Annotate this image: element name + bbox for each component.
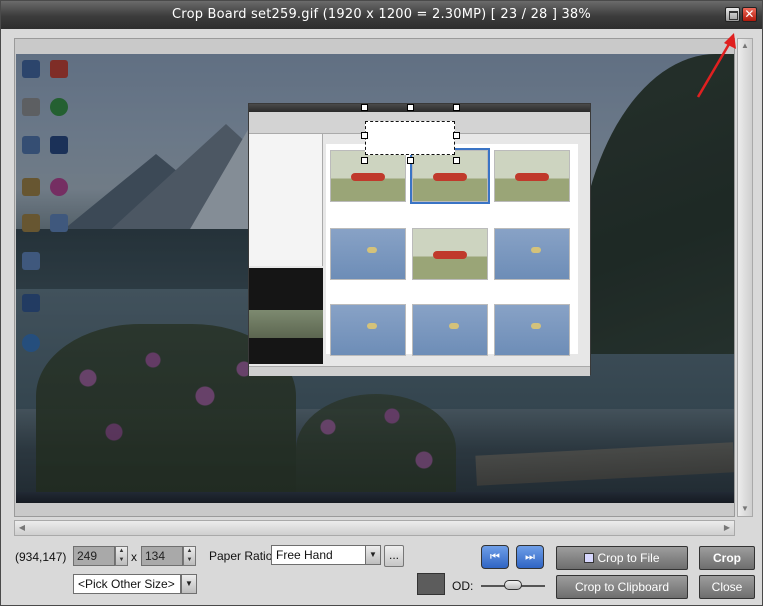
crop-to-file-button[interactable]: Crop to File xyxy=(556,546,688,570)
horizontal-scrollbar[interactable]: ◀ ▶ xyxy=(14,520,735,536)
crop-handle[interactable] xyxy=(453,132,460,139)
chevron-down-icon[interactable]: ▼ xyxy=(365,545,381,565)
crop-handle[interactable] xyxy=(407,157,414,164)
inner-preview-pane xyxy=(249,268,323,364)
od-slider-thumb[interactable] xyxy=(504,580,522,590)
restore-icon[interactable] xyxy=(725,7,740,22)
cursor-coordinates: (934,147) xyxy=(15,550,67,564)
inner-thumbnail-grid xyxy=(326,144,578,356)
thumbnail xyxy=(410,148,490,204)
crop-handle[interactable] xyxy=(407,104,414,111)
pick-other-size-select[interactable]: <Pick Other Size> xyxy=(73,574,181,594)
close-button[interactable]: Close xyxy=(699,575,755,599)
thumbnail xyxy=(494,304,570,356)
vertical-scrollbar[interactable]: ▲ ▼ xyxy=(737,38,753,517)
scroll-left-icon[interactable]: ◀ xyxy=(15,521,29,535)
title-bar: Crop Board set259.gif (1920 x 1200 = 2.3… xyxy=(1,1,762,29)
thumbnail xyxy=(412,304,488,356)
crop-to-clipboard-button[interactable]: Crop to Clipboard xyxy=(556,575,688,599)
crop-width-field[interactable]: 249 xyxy=(73,546,115,566)
scroll-right-icon[interactable]: ▶ xyxy=(720,521,734,535)
crop-to-file-label: Crop to File xyxy=(597,551,660,565)
inner-folder-tree xyxy=(249,134,323,266)
scroll-down-icon[interactable]: ▼ xyxy=(738,502,752,516)
window-title: Crop Board set259.gif (1920 x 1200 = 2.3… xyxy=(172,7,591,22)
inner-status-bar xyxy=(249,366,590,376)
crop-handle[interactable] xyxy=(361,157,368,164)
thumbnail xyxy=(330,304,406,356)
od-label: OD: xyxy=(452,579,474,593)
inner-window-titlebar xyxy=(249,104,590,112)
od-color-swatch[interactable] xyxy=(417,573,445,595)
floppy-disk-icon xyxy=(584,553,595,563)
crop-selection-region[interactable] xyxy=(248,103,591,376)
paper-ratio-more-button[interactable]: ... xyxy=(384,545,404,567)
thumbnail xyxy=(412,228,488,280)
crop-handle[interactable] xyxy=(361,132,368,139)
crop-handle[interactable] xyxy=(453,157,460,164)
paper-ratio-select[interactable]: Free Hand xyxy=(271,545,366,565)
previous-image-button[interactable]: ⏮ xyxy=(481,545,509,569)
size-separator: x xyxy=(131,550,137,564)
crop-width-stepper[interactable]: ▲ ▼ xyxy=(115,546,128,566)
thumbnail xyxy=(494,150,570,202)
annotation-arrow-icon xyxy=(696,33,736,98)
next-image-button[interactable]: ⏭ xyxy=(516,545,544,569)
crop-board-window: Crop Board set259.gif (1920 x 1200 = 2.3… xyxy=(0,0,763,606)
crop-height-stepper[interactable]: ▲ ▼ xyxy=(183,546,196,566)
preview-image[interactable] xyxy=(16,54,734,503)
thumbnail xyxy=(494,228,570,280)
crop-height-field[interactable]: 134 xyxy=(141,546,183,566)
chevron-down-icon[interactable]: ▼ xyxy=(181,574,197,594)
inner-context-menu xyxy=(365,121,455,155)
crop-handle[interactable] xyxy=(453,104,460,111)
close-icon[interactable]: ✕ xyxy=(742,7,757,22)
thumbnail xyxy=(330,150,406,202)
thumbnail xyxy=(330,228,406,280)
crop-button[interactable]: Crop xyxy=(699,546,755,570)
crop-handle[interactable] xyxy=(361,104,368,111)
paper-ratio-label: Paper Ratio: xyxy=(209,549,276,563)
